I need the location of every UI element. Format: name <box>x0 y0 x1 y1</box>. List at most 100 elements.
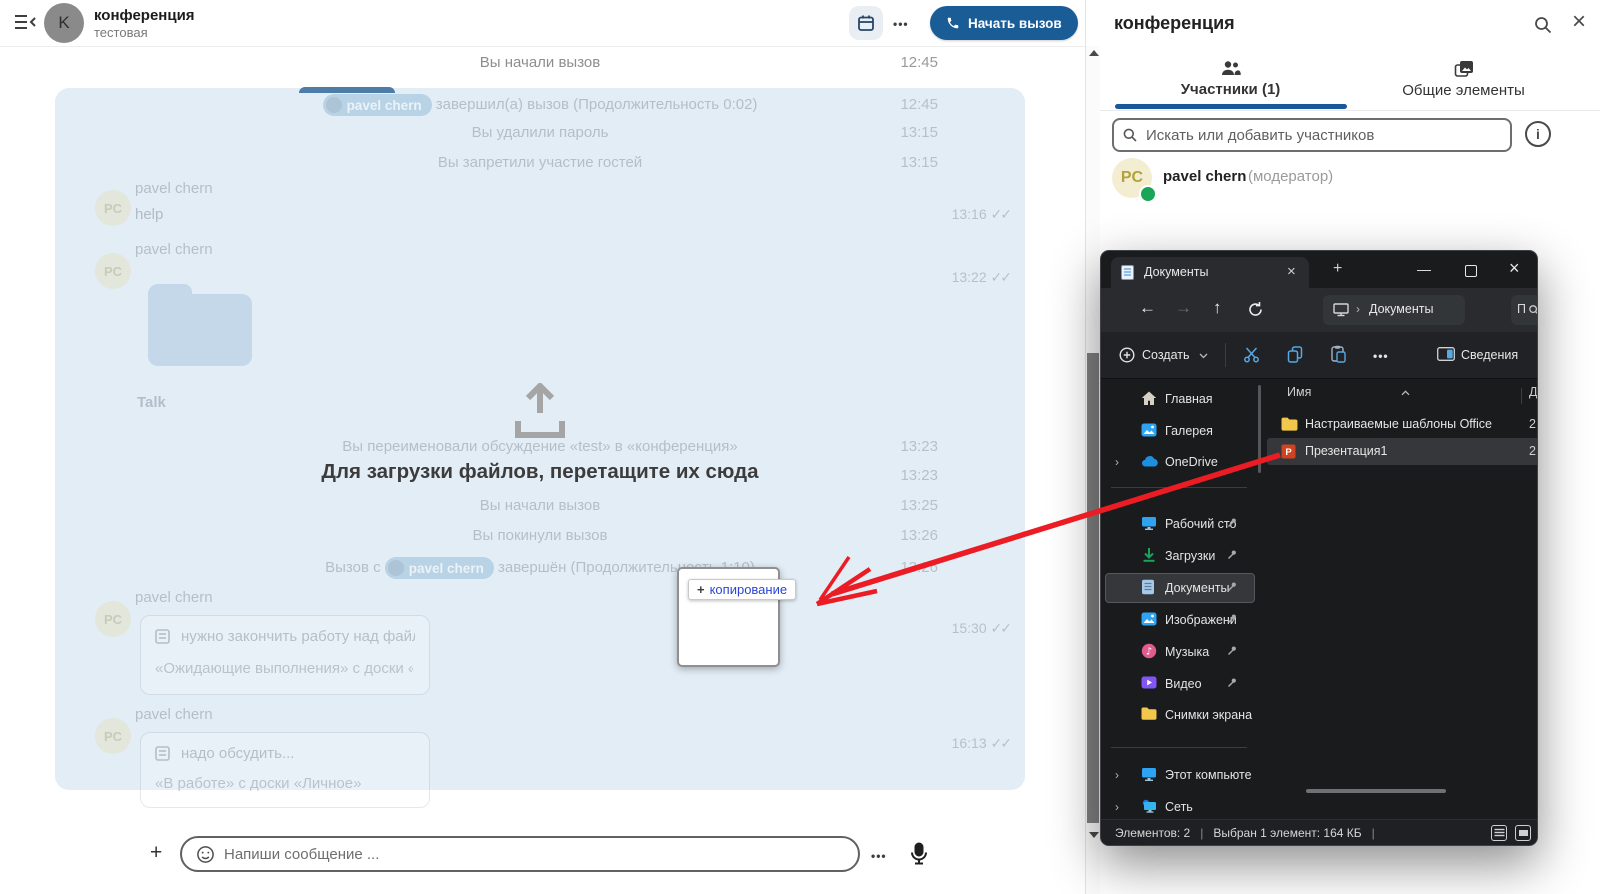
scroll-down-arrow[interactable] <box>1089 832 1099 838</box>
nav-item-desktop[interactable]: Рабочий сто <box>1101 512 1257 536</box>
avatar[interactable]: PC <box>95 718 131 754</box>
minimize-icon[interactable]: — <box>1417 261 1431 277</box>
details-view-toggle[interactable] <box>1491 825 1507 841</box>
close-window-icon[interactable]: × <box>1509 258 1520 279</box>
file-row-selected[interactable]: P Презентация1 2 <box>1267 438 1538 465</box>
explorer-tab[interactable]: Документы × <box>1111 257 1309 288</box>
participant-row[interactable]: PC pavel chern (модератор) <box>1086 156 1600 204</box>
nav-item-documents[interactable]: Документы <box>1101 576 1257 600</box>
explorer-search-box[interactable]: П <box>1511 295 1538 325</box>
breadcrumb[interactable]: › Документы <box>1323 295 1465 325</box>
avatar[interactable]: PC <box>95 190 131 226</box>
nav-item-network[interactable]: › Сеть <box>1101 795 1257 819</box>
calendar-button[interactable] <box>849 6 883 40</box>
search-icon <box>1122 127 1138 143</box>
refresh-icon[interactable] <box>1247 301 1264 318</box>
column-header-date[interactable]: Д <box>1529 385 1537 399</box>
nav-item-home[interactable]: Главная <box>1101 387 1257 411</box>
composer-menu-button[interactable]: ••• <box>871 849 887 863</box>
scroll-up-arrow[interactable] <box>1089 50 1099 56</box>
chevron-expand-icon[interactable]: › <box>1115 450 1119 474</box>
pill-name: pavel chern <box>409 561 484 576</box>
upload-icon <box>508 383 572 441</box>
participant-search-input[interactable] <box>1112 118 1512 152</box>
chat-scrollbar[interactable] <box>1086 46 1100 894</box>
user-pill[interactable]: pavel chern <box>385 557 494 579</box>
conversation-menu-button[interactable]: ••• <box>893 17 909 31</box>
emoji-picker-icon[interactable] <box>196 845 215 864</box>
file-row[interactable]: Настраиваемые шаблоны Office 2 <box>1267 411 1538 438</box>
toolbar-more-button[interactable]: ••• <box>1373 349 1389 363</box>
separator: | <box>1372 826 1375 840</box>
nav-item-pictures[interactable]: Изображени <box>1101 608 1257 632</box>
participant-name: pavel chern <box>1163 168 1246 185</box>
nav-item-gallery[interactable]: Галерея <box>1101 419 1257 443</box>
this-pc-icon <box>1333 302 1349 317</box>
breadcrumb-item[interactable]: Документы <box>1369 302 1457 316</box>
search-icon[interactable] <box>1533 15 1553 35</box>
avatar[interactable]: PC <box>95 601 131 637</box>
tab-label: Участники (1) <box>1114 81 1347 98</box>
nav-item-onedrive[interactable]: › OneDrive <box>1101 450 1257 474</box>
pill-avatar <box>388 560 404 576</box>
deck-card-message[interactable]: нужно закончить работу над файл «Ожидающ… <box>140 615 430 695</box>
message-time: 13:16 ✓✓ <box>885 206 1010 223</box>
info-icon[interactable]: i <box>1525 121 1551 147</box>
read-ticks: ✓✓ <box>991 206 1010 222</box>
documents-icon <box>1141 579 1155 595</box>
explorer-status-bar: Элементов: 2 | Выбран 1 элемент: 164 КБ … <box>1101 819 1538 846</box>
message-text: help <box>135 206 163 223</box>
avatar[interactable]: PC <box>95 253 131 289</box>
column-header-name[interactable]: Имя <box>1287 385 1311 399</box>
up-icon[interactable]: ↑ <box>1213 298 1222 318</box>
chevron-expand-icon[interactable]: › <box>1115 795 1119 819</box>
details-pane-icon[interactable] <box>1437 347 1455 361</box>
pin-icon <box>1227 613 1238 624</box>
pill-avatar <box>326 97 342 113</box>
time-text: 13:16 <box>952 206 987 222</box>
drop-hint-text: Для загрузки файлов, перетащите их сюда <box>55 460 1025 484</box>
attach-file-button[interactable]: + <box>150 841 162 865</box>
nav-label: OneDrive <box>1165 450 1218 474</box>
tab-participants[interactable]: Участники (1) <box>1114 58 1347 110</box>
nav-pane-scrollbar[interactable] <box>1258 385 1261 473</box>
start-call-button[interactable]: Начать вызов <box>930 6 1078 40</box>
attachment-label[interactable]: Talk <box>137 394 166 411</box>
voice-message-icon[interactable] <box>910 842 928 866</box>
maximize-icon[interactable] <box>1465 265 1477 277</box>
folder-icon <box>1141 707 1157 720</box>
details-button-label[interactable]: Сведения <box>1461 348 1518 362</box>
system-message-time: 13:26 <box>880 527 938 544</box>
nav-item-downloads[interactable]: Загрузки <box>1101 544 1257 568</box>
deck-board-icon <box>155 746 170 761</box>
nav-item-this-pc[interactable]: › Этот компьюте <box>1101 763 1257 787</box>
new-item-icon[interactable] <box>1119 347 1135 363</box>
cut-icon[interactable] <box>1243 346 1260 363</box>
nav-item-music[interactable]: ♪ Музыка <box>1101 640 1257 664</box>
close-icon[interactable]: × <box>1572 8 1586 36</box>
column-divider[interactable] <box>1521 388 1522 404</box>
message-input[interactable] <box>180 836 860 872</box>
conversation-avatar[interactable]: K <box>44 3 84 43</box>
forward-icon[interactable]: → <box>1175 298 1192 318</box>
large-icons-view-toggle[interactable] <box>1515 825 1531 841</box>
horizontal-scrollbar[interactable] <box>1306 789 1446 793</box>
file-explorer-window[interactable]: Документы × + — × ← → ↑ › Документы <box>1100 250 1538 846</box>
folder-attachment-icon[interactable] <box>148 284 252 366</box>
user-pill[interactable]: pavel chern <box>323 94 432 116</box>
nav-item-screenshots[interactable]: Снимки экрана <box>1101 703 1257 727</box>
chevron-expand-icon[interactable]: › <box>1115 763 1119 787</box>
avatar-initials: PC <box>104 201 122 216</box>
deck-card-message[interactable]: надо обсудить... «В работе» с доски «Лич… <box>140 732 430 808</box>
videos-icon <box>1141 676 1157 689</box>
sidebar-toggle-icon[interactable] <box>14 14 36 31</box>
back-icon[interactable]: ← <box>1139 298 1156 318</box>
copy-icon[interactable] <box>1287 346 1303 363</box>
close-tab-icon[interactable]: × <box>1287 263 1296 280</box>
new-button-label[interactable]: Создать <box>1142 348 1190 362</box>
new-tab-button[interactable]: + <box>1333 260 1342 278</box>
nav-item-videos[interactable]: Видео <box>1101 672 1257 696</box>
tab-shared-items[interactable]: Общие элементы <box>1347 58 1580 110</box>
scrollbar-thumb[interactable] <box>1087 353 1099 823</box>
paste-icon[interactable] <box>1331 345 1346 363</box>
